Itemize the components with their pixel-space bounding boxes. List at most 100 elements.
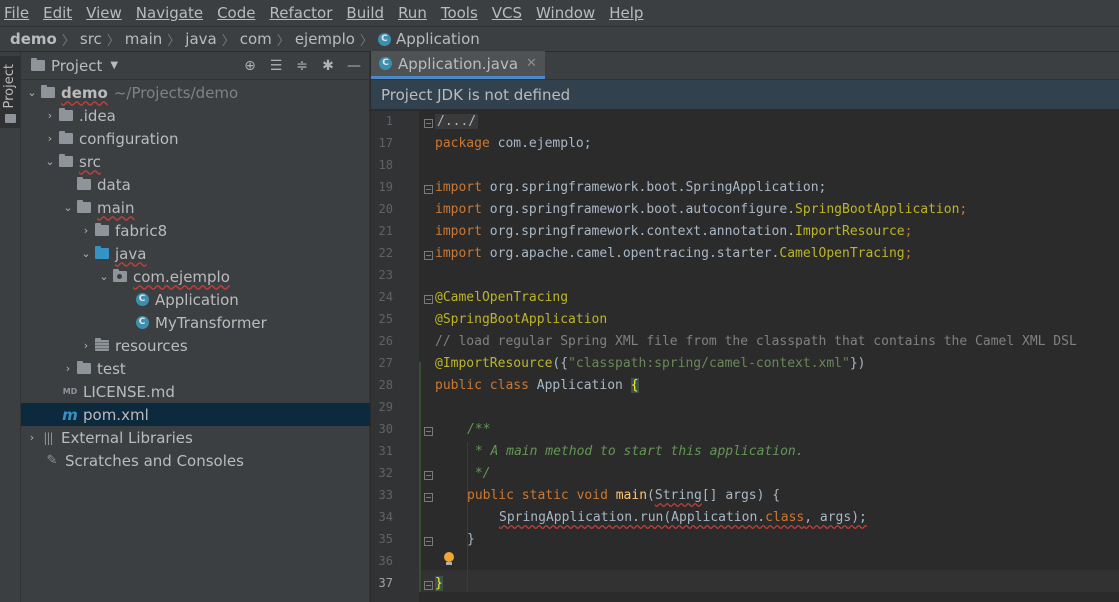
locate-icon[interactable]: ⊕ xyxy=(241,57,259,75)
tree-item-data[interactable]: data xyxy=(21,173,370,196)
gear-icon[interactable]: ✱ xyxy=(319,57,337,75)
tree-item-license[interactable]: MD LICENSE.md xyxy=(21,380,370,403)
menu-refactor[interactable]: Refactor xyxy=(269,4,332,22)
fold-icon[interactable] xyxy=(424,537,433,546)
menu-edit[interactable]: Edit xyxy=(43,4,72,22)
tree-item-test[interactable]: › test xyxy=(21,357,370,380)
chevron-right-icon[interactable]: › xyxy=(25,431,39,444)
tree-item-label: .idea xyxy=(79,106,116,125)
close-icon[interactable]: ✕ xyxy=(526,56,537,71)
tree-item-label: External Libraries xyxy=(61,428,193,447)
tree-item-demo[interactable]: ⌄ demo ~/Projects/demo xyxy=(21,81,370,104)
hide-icon[interactable]: — xyxy=(345,57,363,75)
code-line-28: public class Application { xyxy=(435,375,639,397)
menu-code[interactable]: Code xyxy=(217,4,255,22)
left-tool-stripe: Project xyxy=(0,52,21,602)
expand-all-icon[interactable]: ☰ xyxy=(267,57,285,75)
maven-file-icon: m xyxy=(62,405,78,424)
menu-build[interactable]: Build xyxy=(346,4,384,22)
fold-icon[interactable] xyxy=(424,471,433,480)
tree-item-main[interactable]: ⌄ main xyxy=(21,196,370,219)
breadcrumb-item-src[interactable]: src xyxy=(80,30,102,48)
breadcrumb-item-demo[interactable]: demo xyxy=(10,30,57,48)
chevron-right-icon[interactable]: › xyxy=(43,132,57,145)
fold-icon[interactable] xyxy=(424,427,433,436)
fold-icon[interactable] xyxy=(424,119,433,128)
tree-item-application[interactable]: C Application xyxy=(21,288,370,311)
code-text: ; xyxy=(904,224,913,239)
project-tool-window-button[interactable]: Project xyxy=(0,56,21,128)
tree-item-configuration[interactable]: › configuration xyxy=(21,127,370,150)
tree-item-java[interactable]: ⌄ java xyxy=(21,242,370,265)
line-number: 31 xyxy=(378,444,393,458)
line-number-gutter: 1 17 18 19 20 21 22 23 24 25 26 27 28 29… xyxy=(371,111,419,602)
breadcrumb-item-main[interactable]: main xyxy=(125,30,162,48)
keyword: import xyxy=(435,180,482,195)
class-icon: C xyxy=(377,32,391,46)
tree-item-src[interactable]: ⌄ src xyxy=(21,150,370,173)
tree-item-path: ~/Projects/demo xyxy=(113,83,239,102)
code-line-34: SpringApplication.run(Application.class,… xyxy=(499,507,867,529)
code-line-31: * A main method to start this applicatio… xyxy=(467,444,804,459)
type-name: String xyxy=(654,488,702,503)
menu-vcs[interactable]: VCS xyxy=(492,4,522,22)
tree-item-external-libraries[interactable]: › ||| External Libraries xyxy=(21,426,370,449)
collapse-all-icon[interactable]: ≑ xyxy=(293,57,311,75)
tree-item-pom[interactable]: m pom.xml xyxy=(21,403,370,426)
chevron-right-icon[interactable]: › xyxy=(79,224,93,237)
tree-item-fabric8[interactable]: › fabric8 xyxy=(21,219,370,242)
annotation-name: SpringBootApplication xyxy=(795,202,960,217)
menu-view[interactable]: View xyxy=(86,4,122,22)
chevron-right-icon[interactable]: › xyxy=(43,109,57,122)
code-text: }) xyxy=(849,356,866,371)
fold-icon[interactable] xyxy=(424,581,433,590)
chevron-down-icon[interactable]: ⌄ xyxy=(25,86,39,99)
chevron-down-icon[interactable]: ⌄ xyxy=(43,155,57,168)
code-text: Application xyxy=(528,378,631,393)
folded-region[interactable]: /.../ xyxy=(435,114,479,129)
code-text: org.springframework.context.annotation. xyxy=(481,224,796,239)
folder-icon xyxy=(95,223,109,236)
menu-help[interactable]: Help xyxy=(609,4,643,22)
chevron-down-icon[interactable]: ⌄ xyxy=(61,201,75,214)
chevron-down-icon[interactable]: ⌄ xyxy=(97,270,111,283)
menu-file[interactable]: File xyxy=(4,4,29,22)
lightbulb-icon[interactable] xyxy=(443,552,455,566)
menu-run[interactable]: Run xyxy=(398,4,427,22)
tree-item-mytransformer[interactable]: C MyTransformer xyxy=(21,311,370,334)
breadcrumb-item-application[interactable]: C Application xyxy=(377,30,480,48)
line-number: 36 xyxy=(378,554,393,568)
editor-tab-application[interactable]: C Application.java ✕ xyxy=(371,51,545,79)
chevron-right-icon[interactable]: › xyxy=(79,339,93,352)
breadcrumb-item-com[interactable]: com xyxy=(240,30,272,48)
fold-icon[interactable] xyxy=(424,493,433,502)
tree-item-idea[interactable]: › .idea xyxy=(21,104,370,127)
menu-bar: File Edit View Navigate Code Refactor Bu… xyxy=(0,0,1119,26)
chevron-down-icon[interactable]: ▼ xyxy=(110,60,118,71)
code-line-20: import org.springframework.boot.autoconf… xyxy=(435,199,967,221)
chevron-right-icon[interactable]: › xyxy=(61,362,75,375)
class-icon: C xyxy=(379,57,392,70)
tree-item-scratches[interactable]: ✎ Scratches and Consoles xyxy=(21,449,370,472)
project-view-selector[interactable]: Project xyxy=(51,57,102,75)
code-editor[interactable]: 1 17 18 19 20 21 22 23 24 25 26 27 28 29… xyxy=(371,111,1119,602)
line-number: 19 xyxy=(378,180,393,194)
fold-icon[interactable] xyxy=(424,251,433,260)
tree-item-resources[interactable]: › resources xyxy=(21,334,370,357)
breadcrumb-item-java[interactable]: java xyxy=(185,30,216,48)
menu-navigate[interactable]: Navigate xyxy=(136,4,203,22)
folder-icon xyxy=(5,114,16,123)
caret-row-highlight xyxy=(419,570,1119,592)
class-icon: C xyxy=(135,293,149,306)
tree-item-label: LICENSE.md xyxy=(83,382,175,401)
code-text: ( xyxy=(647,488,655,503)
fold-icon[interactable] xyxy=(424,295,433,304)
tree-item-com-ejemplo[interactable]: ⌄ com.ejemplo xyxy=(21,265,370,288)
menu-tools[interactable]: Tools xyxy=(441,4,478,22)
fold-icon[interactable] xyxy=(424,185,433,194)
folder-icon xyxy=(59,154,73,167)
menu-window[interactable]: Window xyxy=(536,4,595,22)
chevron-down-icon[interactable]: ⌄ xyxy=(79,247,93,260)
code-line-21: import org.springframework.context.annot… xyxy=(435,221,912,243)
breadcrumb-item-ejemplo[interactable]: ejemplo xyxy=(295,30,355,48)
